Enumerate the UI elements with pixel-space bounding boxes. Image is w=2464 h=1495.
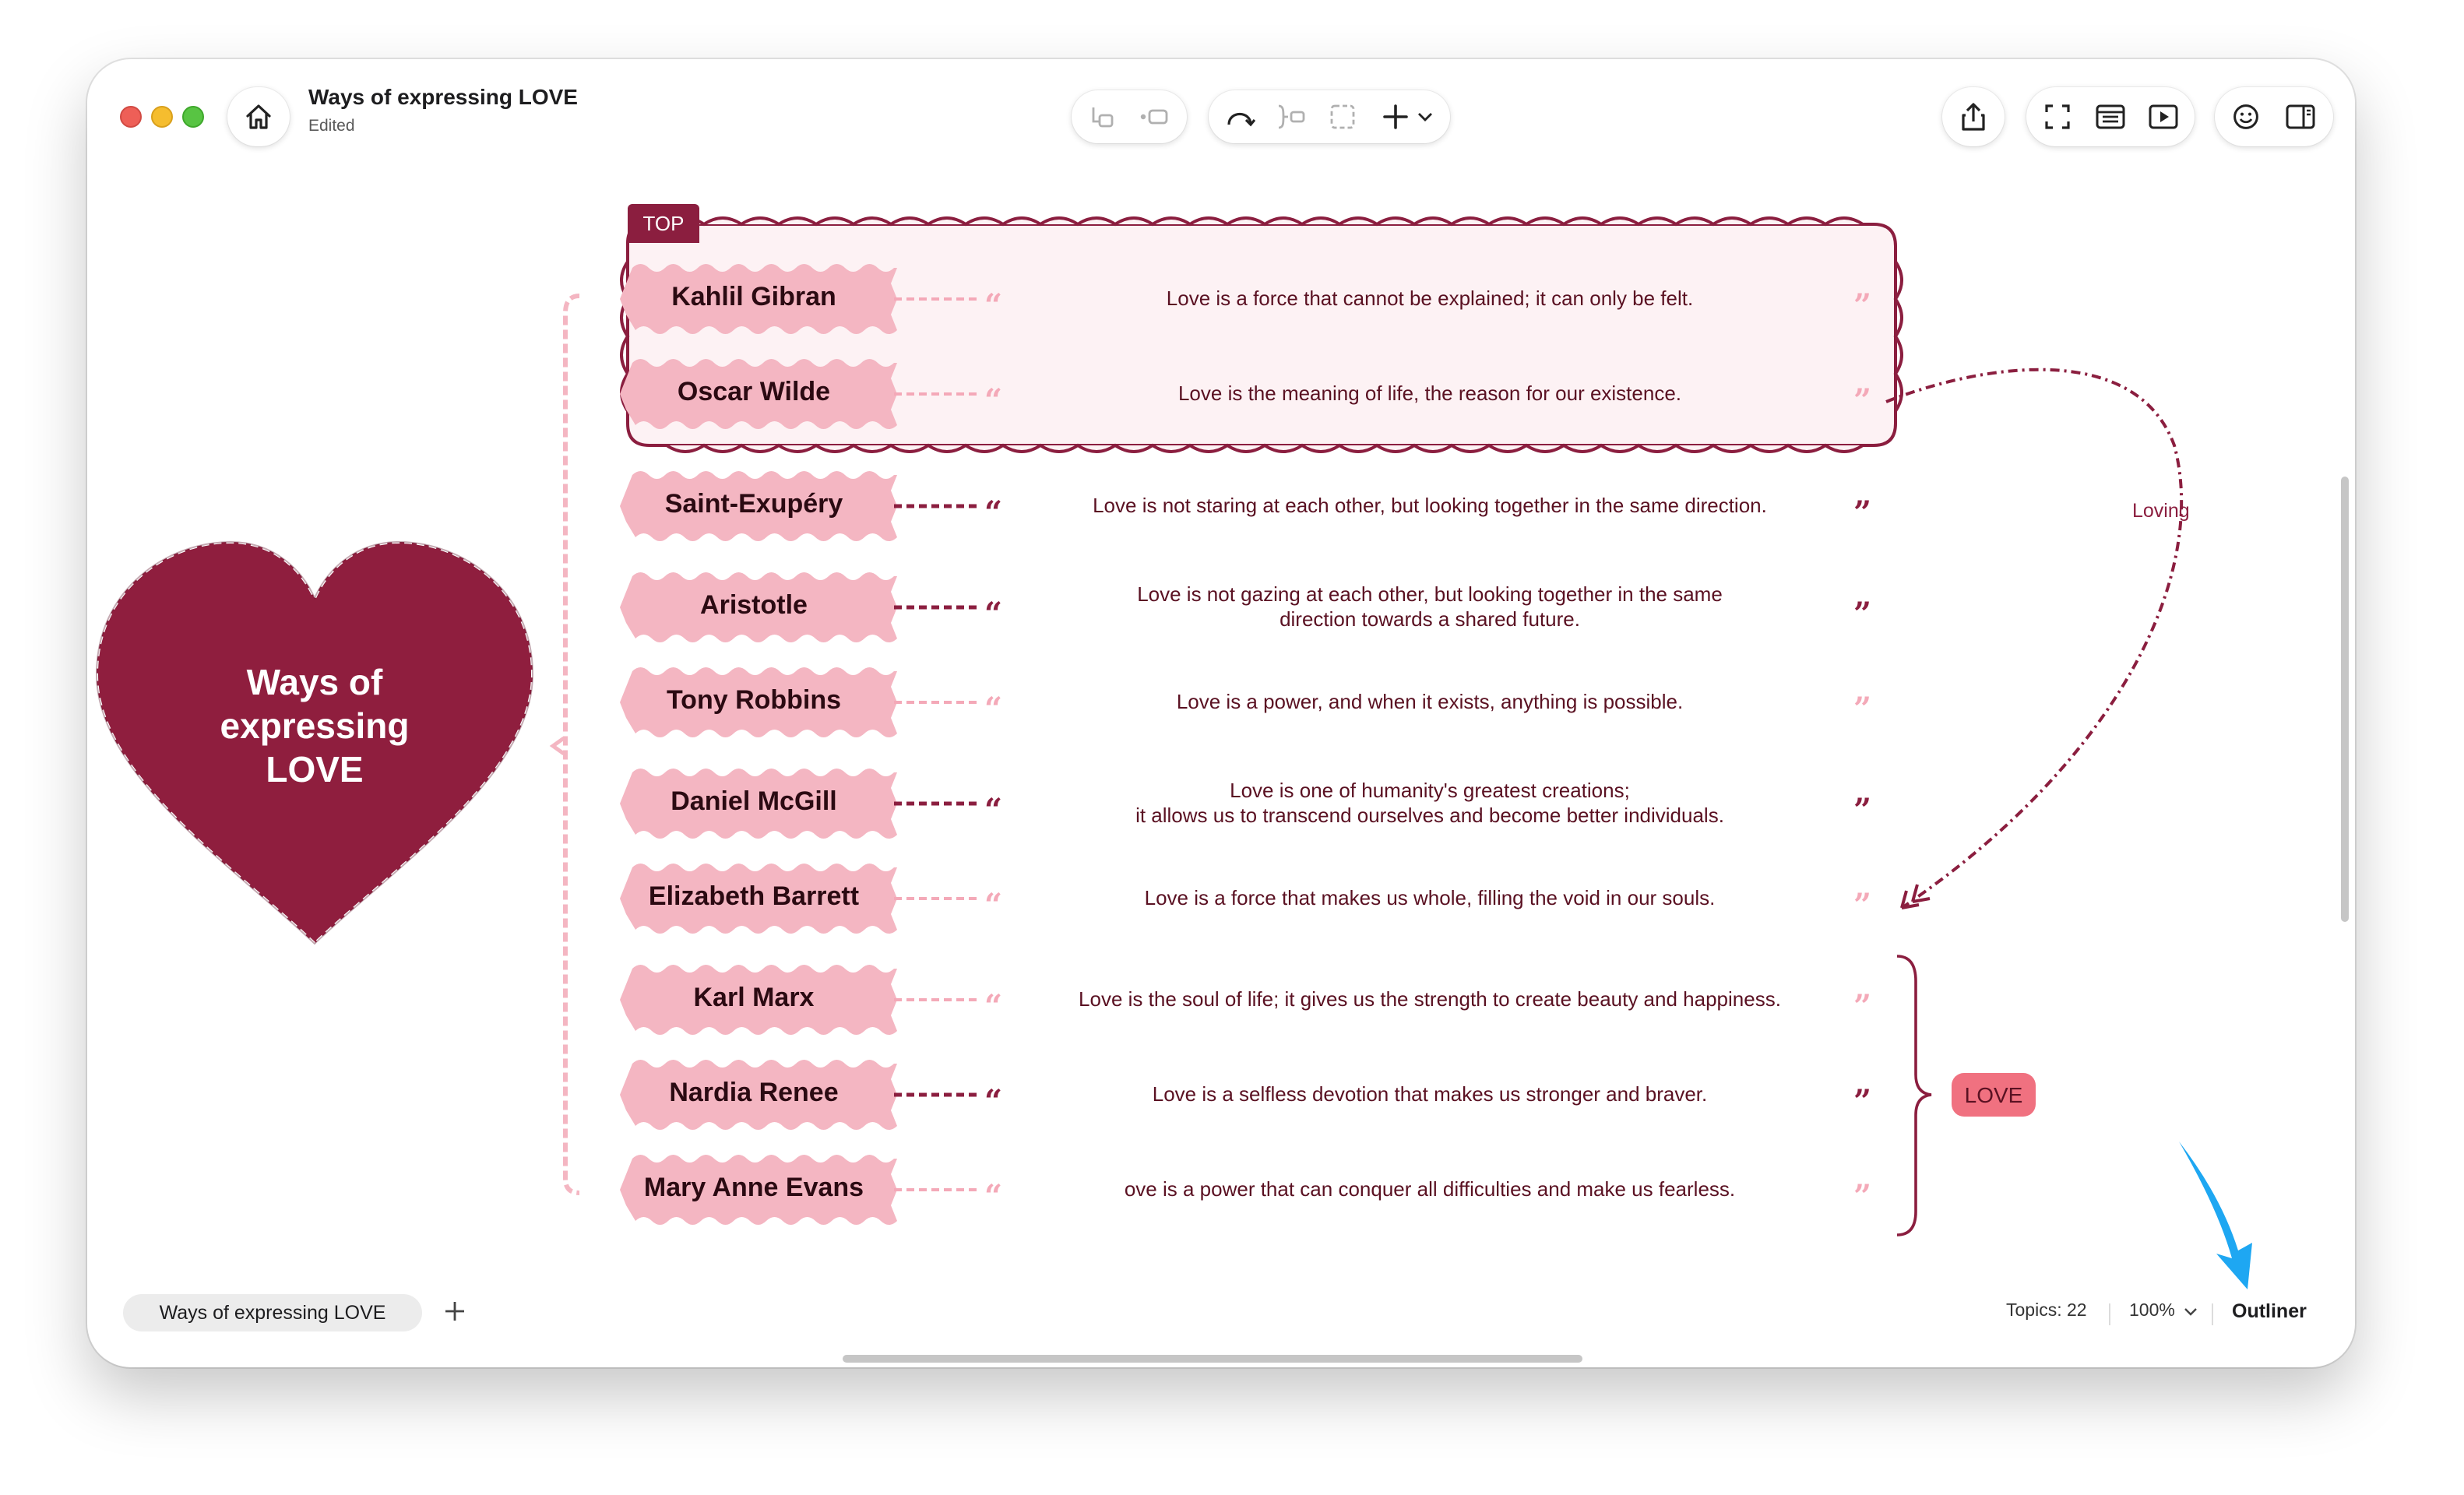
quote-text[interactable]: ove is a power that can conquer all diff… (1022, 1177, 1838, 1202)
topic-1-label[interactable]: Oscar Wilde (618, 377, 889, 408)
summary-brace[interactable] (1896, 955, 1932, 1236)
status-divider (2109, 1303, 2110, 1325)
quote-text[interactable]: Love is the soul of life; it gives us th… (1022, 987, 1838, 1012)
open-quote-icon: “ (984, 791, 1003, 828)
quote-text[interactable]: Love is not gazing at each other, but lo… (1022, 582, 1838, 632)
topic-8-label[interactable]: Nardia Renee (618, 1078, 889, 1109)
quote-text[interactable]: Love is not staring at each other, but l… (1022, 494, 1838, 519)
open-quote-icon: “ (984, 287, 1003, 324)
topic-3-label[interactable]: Aristotle (618, 590, 889, 621)
boundary-scallop-bottom (665, 443, 1864, 453)
quote-text[interactable]: Love is a force that cannot be explained… (1022, 287, 1838, 311)
boundary-scallop-top (665, 216, 1864, 227)
quote-text[interactable]: Love is a power, and when it exists, any… (1022, 690, 1838, 715)
topic-0-label[interactable]: Kahlil Gibran (618, 282, 889, 313)
close-quote-icon: ” (1853, 1082, 1872, 1120)
topic-6-label[interactable]: Elizabeth Barrett (618, 881, 889, 913)
open-quote-icon: “ (984, 595, 1003, 632)
open-quote-icon: “ (984, 886, 1003, 923)
relationship-label[interactable]: Loving (2132, 500, 2190, 522)
annotation-arrow (2179, 1141, 2252, 1289)
close-quote-icon: ” (1853, 886, 1872, 923)
open-quote-icon: “ (984, 987, 1003, 1025)
zoom-level[interactable]: 100% (2129, 1302, 2175, 1321)
topic-4-label[interactable]: Tony Robbins (618, 685, 889, 716)
topic-9-label[interactable]: Mary Anne Evans (618, 1173, 889, 1204)
close-quote-icon: ” (1853, 287, 1872, 324)
top-marker-tag[interactable]: TOP (628, 204, 699, 243)
close-quote-icon: ” (1853, 494, 1872, 531)
close-quote-icon: ” (1853, 987, 1872, 1025)
relationship-line[interactable] (1885, 368, 2184, 909)
quote-text[interactable]: Love is a force that makes us whole, fil… (1022, 886, 1838, 911)
close-quote-icon: ” (1853, 690, 1872, 727)
topic-7-label[interactable]: Karl Marx (618, 983, 889, 1014)
open-quote-icon: “ (984, 1082, 1003, 1120)
main-branch-bracket (563, 294, 580, 1195)
close-quote-icon: ” (1853, 1177, 1872, 1215)
vertical-scrollbar[interactable] (2341, 477, 2349, 922)
topics-count: Topics: 22 (2006, 1302, 2087, 1321)
summary-topic[interactable]: LOVE (1952, 1073, 2036, 1117)
sheet-tab[interactable]: Ways of expressing LOVE (123, 1294, 422, 1331)
status-divider (2212, 1303, 2213, 1325)
close-quote-icon: ” (1853, 791, 1872, 828)
central-topic-label: Ways of expressing LOVE (220, 662, 410, 790)
close-quote-icon: ” (1853, 382, 1872, 419)
open-quote-icon: “ (984, 1177, 1003, 1215)
open-quote-icon: “ (984, 494, 1003, 531)
plus-icon[interactable] (444, 1300, 466, 1322)
topic-2-label[interactable]: Saint-Exupéry (618, 489, 889, 520)
horizontal-scrollbar[interactable] (843, 1355, 1582, 1363)
quote-text[interactable]: Love is one of humanity's greatest creat… (1022, 779, 1838, 828)
app-window: Ways of expressing LOVE Edited TOP Ways … (87, 59, 2355, 1367)
zoom-chevron-icon[interactable] (2184, 1307, 2198, 1317)
branch-joint-icon (549, 736, 565, 756)
close-quote-icon: ” (1853, 595, 1872, 632)
quote-text[interactable]: Love is the meaning of life, the reason … (1022, 382, 1838, 406)
open-quote-icon: “ (984, 382, 1003, 419)
quote-text[interactable]: Love is a selfless devotion that makes u… (1022, 1082, 1838, 1107)
open-quote-icon: “ (984, 690, 1003, 727)
topic-5-label[interactable]: Daniel McGill (618, 786, 889, 818)
outliner-button[interactable]: Outliner (2232, 1300, 2307, 1322)
